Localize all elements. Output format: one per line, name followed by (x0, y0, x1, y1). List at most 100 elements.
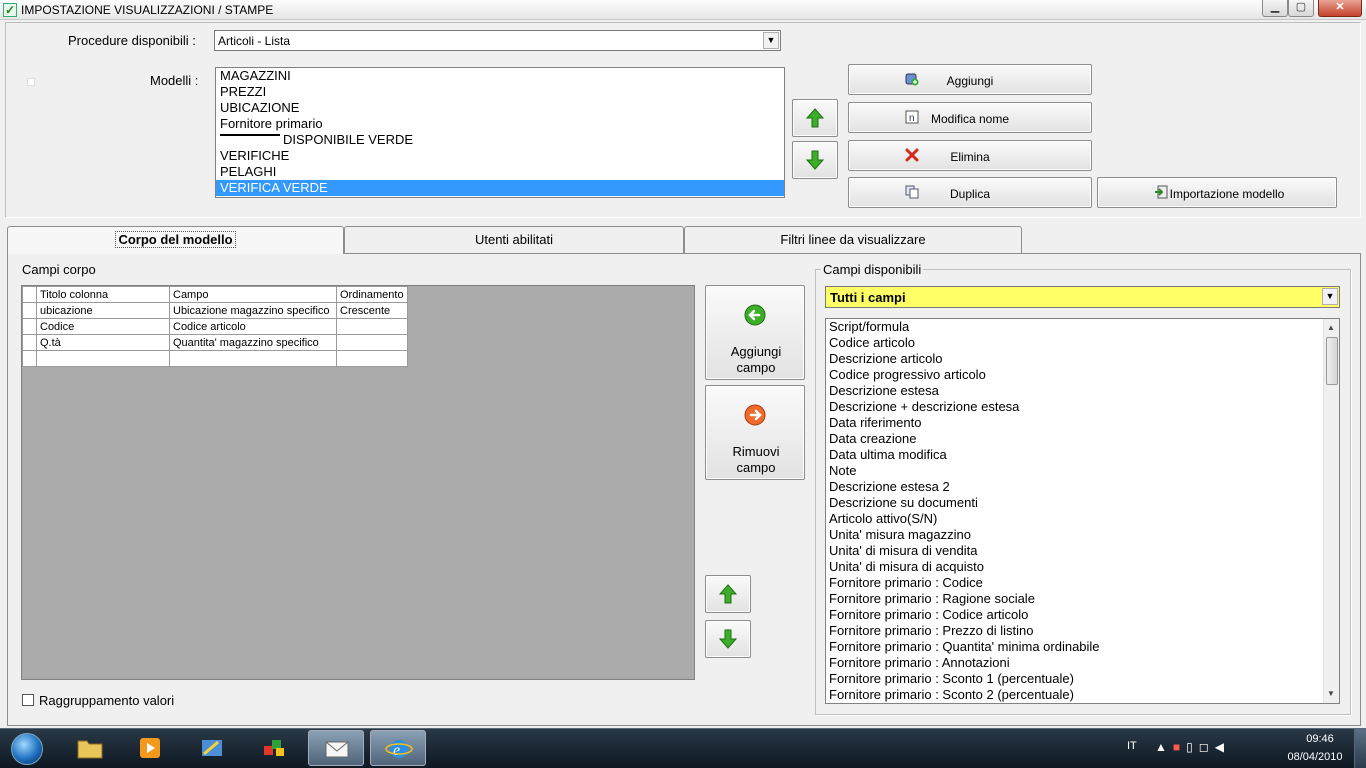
available-field-item[interactable]: Codice progressivo articolo (826, 367, 1339, 383)
available-field-item[interactable]: Articolo attivo(S/N) (826, 511, 1339, 527)
group-values-label[interactable]: Raggruppamento valori (39, 693, 174, 708)
chevron-down-icon[interactable]: ▼ (763, 32, 779, 49)
table-cell[interactable] (336, 318, 408, 335)
available-field-item[interactable]: Descrizione estesa 2 (826, 479, 1339, 495)
clock-date[interactable]: 08/04/2010 (1280, 751, 1350, 763)
model-item[interactable]: DISPONIBILE VERDE (216, 132, 784, 148)
volume-icon[interactable]: ◀ (1215, 740, 1230, 754)
row-header[interactable] (22, 334, 37, 351)
security-alert-icon[interactable]: ■ (1173, 740, 1186, 754)
table-cell[interactable]: ubicazione (36, 302, 170, 319)
table-cell[interactable] (336, 350, 408, 367)
table-cell[interactable] (169, 350, 337, 367)
add-model-button[interactable]: Aggiungi (848, 64, 1092, 95)
table-row[interactable]: Q.tà Quantita' magazzino specifico (22, 334, 408, 351)
table-cell[interactable]: Codice articolo (169, 318, 337, 335)
table-cell[interactable]: Crescente (336, 302, 408, 319)
scroll-up-icon[interactable]: ▲ (1327, 323, 1335, 332)
tab-utenti-abilitati[interactable]: Utenti abilitati (344, 226, 684, 253)
taskbar-mail[interactable] (308, 730, 364, 766)
minimize-button[interactable]: ▁ (1262, 0, 1288, 17)
device-icon[interactable]: ▯ (1186, 740, 1199, 754)
model-item[interactable]: MAGAZZINI (216, 68, 784, 84)
available-field-item[interactable]: Fornitore primario : Ragione sociale (826, 591, 1339, 607)
model-item[interactable]: UBICAZIONE (216, 100, 784, 116)
available-field-item[interactable]: Fornitore primario : Prezzo di listino (826, 623, 1339, 639)
duplicate-model-button[interactable]: Duplica (848, 177, 1092, 208)
delete-model-button[interactable]: Elimina (848, 140, 1092, 171)
taskbar-explorer[interactable] (62, 730, 118, 766)
available-field-item[interactable]: Fornitore primario : Annotazioni (826, 655, 1339, 671)
available-field-item[interactable]: Unita' misura magazzino (826, 527, 1339, 543)
available-field-item[interactable]: Descrizione su documenti (826, 495, 1339, 511)
import-model-button[interactable]: Importazione modello (1097, 177, 1337, 208)
available-field-item[interactable]: Descrizione articolo (826, 351, 1339, 367)
clock-time[interactable]: 09:46 (1290, 733, 1350, 745)
show-desktop-button[interactable] (1354, 729, 1366, 768)
show-hidden-icons-icon[interactable]: ▲ (1155, 740, 1173, 754)
small-checkbox[interactable] (27, 78, 35, 86)
available-fields-list[interactable]: Script/formula Codice articolo Descrizione… (825, 318, 1340, 704)
available-field-item[interactable]: Data riferimento (826, 415, 1339, 431)
model-item-selected[interactable]: VERIFICA VERDE (216, 180, 784, 196)
column-header[interactable]: Titolo colonna (36, 286, 170, 303)
move-field-down-button[interactable] (705, 620, 751, 658)
models-list[interactable]: MAGAZZINI PREZZI UBICAZIONE Fornitore pr… (215, 67, 785, 198)
table-row[interactable]: ubicazione Ubicazione magazzino specific… (22, 302, 408, 319)
table-cell[interactable]: Q.tà (36, 334, 170, 351)
row-header[interactable] (22, 302, 37, 319)
taskbar-app-3[interactable] (184, 730, 240, 766)
row-header[interactable] (22, 350, 37, 367)
available-field-item[interactable]: Fornitore primario : Sconto 2 (percentua… (826, 687, 1339, 703)
model-item[interactable]: Fornitore primario (216, 116, 784, 132)
available-field-item[interactable]: Fornitore primario : Quantita' minima or… (826, 639, 1339, 655)
language-indicator[interactable]: IT (1127, 740, 1137, 752)
scroll-thumb[interactable] (1326, 337, 1338, 385)
group-values-checkbox[interactable] (22, 694, 34, 706)
available-field-item[interactable]: Fornitore primario : Codice articolo (826, 607, 1339, 623)
model-item[interactable]: PELAGHI (216, 164, 784, 180)
start-button[interactable] (4, 730, 48, 766)
move-model-down-button[interactable] (792, 141, 838, 179)
move-model-up-button[interactable] (792, 99, 838, 137)
table-row-new[interactable] (22, 350, 408, 367)
remove-field-button[interactable]: Rimuovi campo (705, 385, 805, 480)
add-field-button[interactable]: Aggiungi campo (705, 285, 805, 380)
available-field-item[interactable]: Fornitore primario : Sconto 1 (percentua… (826, 671, 1339, 687)
model-item[interactable]: PREZZI (216, 84, 784, 100)
fields-grid[interactable]: Titolo colonna Campo Ordinamento ubicazi… (21, 285, 695, 680)
move-field-up-button[interactable] (705, 575, 751, 613)
close-button[interactable]: ✕ (1318, 0, 1362, 17)
available-field-item[interactable]: Descrizione + descrizione estesa (826, 399, 1339, 415)
available-field-item[interactable]: Fornitore primario : Codice (826, 575, 1339, 591)
column-header[interactable]: Ordinamento (336, 286, 408, 303)
tab-filtri-linee[interactable]: Filtri linee da visualizzare (684, 226, 1022, 253)
taskbar-app-4[interactable] (246, 730, 302, 766)
table-cell[interactable]: Codice (36, 318, 170, 335)
table-cell[interactable] (336, 334, 408, 351)
available-field-item[interactable]: Codice articolo (826, 335, 1339, 351)
fields-table[interactable]: Titolo colonna Campo Ordinamento ubicazi… (22, 286, 408, 367)
system-tray-icons[interactable]: ▲■▯◻◀ (1155, 740, 1230, 754)
taskbar-internet-explorer[interactable]: e (370, 730, 426, 766)
field-filter-select[interactable]: Tutti i campi ▼ (825, 286, 1340, 308)
procedure-select[interactable]: Articoli - Lista ▼ (214, 30, 781, 51)
rename-model-button[interactable]: n Modifica nome (848, 102, 1092, 133)
available-fields-scrollbar[interactable]: ▲ ▼ (1323, 319, 1339, 703)
model-item[interactable]: VERIFICHE (216, 148, 784, 164)
available-field-item[interactable]: Unita' di misura di vendita (826, 543, 1339, 559)
table-cell[interactable] (36, 350, 170, 367)
available-field-item[interactable]: Script/formula (826, 319, 1339, 335)
tab-corpo-del-modello[interactable]: Corpo del modello (7, 226, 344, 254)
table-cell[interactable]: Quantita' magazzino specifico (169, 334, 337, 351)
available-field-item[interactable]: Descrizione estesa (826, 383, 1339, 399)
scroll-down-icon[interactable]: ▼ (1327, 689, 1335, 698)
table-cell[interactable]: Ubicazione magazzino specifico (169, 302, 337, 319)
available-field-item[interactable]: Data ultima modifica (826, 447, 1339, 463)
row-header[interactable] (22, 318, 37, 335)
network-icon[interactable]: ◻ (1199, 740, 1215, 754)
available-field-item[interactable]: Note (826, 463, 1339, 479)
available-field-item[interactable]: Unita' di misura di acquisto (826, 559, 1339, 575)
chevron-down-icon[interactable]: ▼ (1322, 288, 1338, 305)
available-field-item[interactable]: Data creazione (826, 431, 1339, 447)
